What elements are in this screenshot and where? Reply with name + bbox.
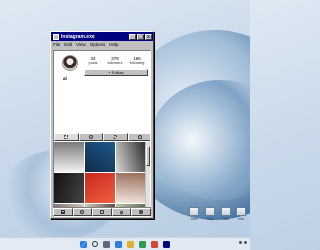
tab-gear[interactable] [103, 133, 128, 141]
tab-reels[interactable] [78, 133, 103, 141]
mail-icon[interactable] [151, 240, 158, 248]
menu-help[interactable]: Help [109, 42, 118, 47]
search-icon[interactable] [92, 241, 98, 247]
nav-reels[interactable] [92, 208, 112, 216]
close-button[interactable]: x [145, 33, 152, 40]
task-view-icon[interactable] [103, 240, 110, 248]
profile-header: 34 posts 378 followers 166 following + F… [54, 51, 150, 143]
maximize-button[interactable]: □ [137, 33, 144, 40]
system-tray [239, 241, 247, 244]
post-thumbnail[interactable] [85, 173, 115, 203]
stat-following[interactable]: 166 following [128, 56, 146, 65]
profile-icon [139, 210, 144, 214]
nav-profile[interactable] [131, 208, 151, 216]
desktop-icon-label: Inst [223, 217, 229, 221]
stat-followers[interactable]: 378 followers [106, 56, 124, 65]
file-icon [205, 207, 215, 216]
reels-icon [99, 210, 104, 214]
post-thumbnail[interactable] [116, 173, 146, 203]
grid-icon [64, 135, 69, 139]
wifi-icon[interactable] [239, 241, 242, 244]
file-icon [189, 207, 199, 216]
start-icon[interactable] [80, 240, 87, 248]
volume-icon[interactable] [244, 241, 247, 244]
desktop-icon-label: Inst [207, 217, 213, 221]
menu-options[interactable]: Options [90, 42, 106, 47]
heart-icon [119, 209, 124, 215]
scrollbar[interactable] [145, 142, 150, 216]
instagram-taskbar-icon[interactable] [163, 240, 170, 248]
stat-label: posts [88, 61, 98, 65]
menu-edit[interactable]: Edit [64, 42, 72, 47]
profile-username: al [63, 76, 67, 81]
search-icon [80, 210, 85, 214]
taskbar [0, 237, 250, 250]
desktop-icon[interactable]: Inst [187, 207, 201, 221]
window-title: Instagram.exe [61, 33, 95, 40]
file-icon [236, 207, 246, 216]
desktop-icon-label: Inst [238, 217, 244, 221]
gear-icon [113, 135, 118, 139]
desktop-icon[interactable]: Inst [219, 207, 233, 221]
desktop-icon-label: Inst [191, 217, 197, 221]
reels-icon [88, 135, 93, 139]
post-thumbnail[interactable] [116, 142, 146, 172]
file-icon [221, 207, 231, 216]
instagram-window[interactable]: Instagram.exe _ □ x File Edit View Optio… [50, 31, 154, 219]
menu-bar: File Edit View Options Help [51, 41, 153, 48]
file-explorer-icon[interactable] [127, 240, 134, 248]
bottom-nav [53, 207, 151, 216]
nav-search[interactable] [72, 208, 93, 216]
tab-grid[interactable] [54, 133, 79, 141]
profile-content: 34 posts 378 followers 166 following + F… [53, 50, 151, 217]
stat-label: following [129, 61, 145, 65]
profile-tabs [54, 132, 150, 141]
post-thumbnail[interactable] [54, 142, 84, 172]
post-thumbnail[interactable] [54, 173, 84, 203]
home-icon [60, 210, 65, 214]
menu-file[interactable]: File [53, 42, 60, 47]
tab-tagged[interactable] [127, 133, 150, 141]
nav-home[interactable] [53, 208, 73, 216]
desktop-icon[interactable]: Inst [203, 207, 217, 221]
stat-label: followers [107, 61, 123, 65]
title-bar[interactable]: Instagram.exe _ □ x [51, 32, 153, 41]
minimize-button[interactable]: _ [129, 33, 136, 40]
post-thumbnail[interactable] [85, 142, 115, 172]
stat-posts[interactable]: 34 posts [84, 56, 102, 65]
follow-button[interactable]: + Follow [84, 69, 148, 76]
nav-activity[interactable] [111, 208, 132, 216]
menu-view[interactable]: View [76, 42, 86, 47]
edge-icon[interactable] [115, 240, 122, 248]
store-icon[interactable] [139, 240, 146, 248]
tagged-icon [137, 135, 142, 139]
profile-stats: 34 posts 378 followers 166 following [84, 56, 146, 65]
scrollbar-thumb[interactable] [146, 146, 150, 166]
desktop-icon[interactable]: Inst [234, 207, 248, 221]
avatar[interactable] [62, 55, 78, 71]
post-grid [54, 142, 146, 216]
app-icon [53, 33, 59, 40]
